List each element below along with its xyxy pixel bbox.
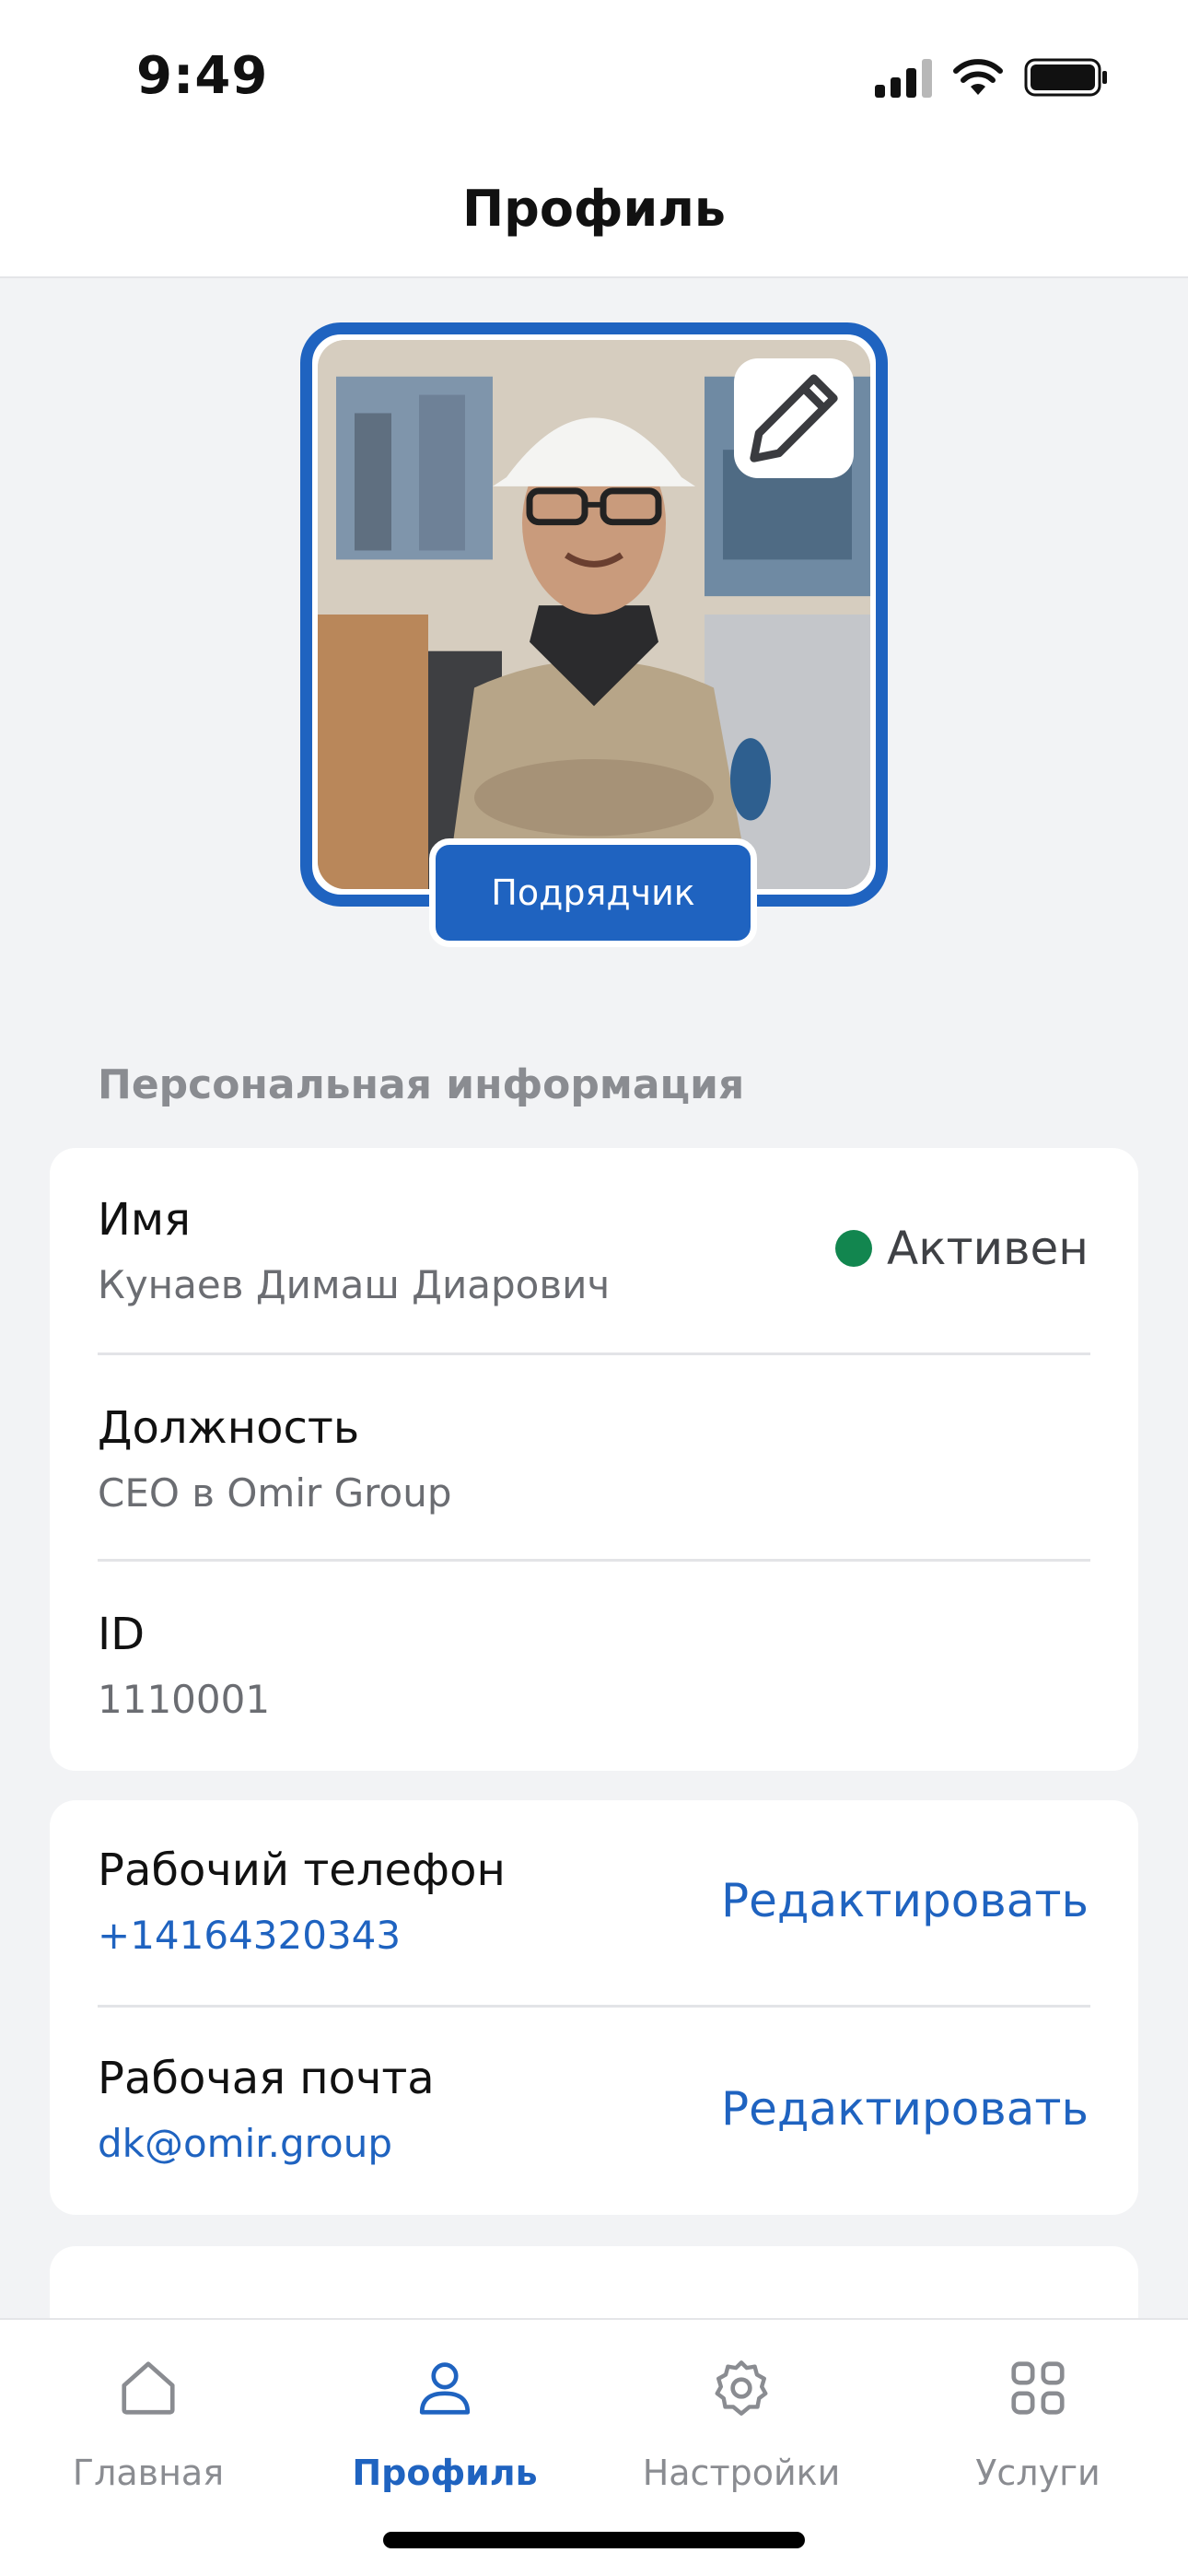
position-label: Должность bbox=[98, 1402, 360, 1454]
status-text: Активен bbox=[887, 1222, 1089, 1275]
status-indicator: Активен bbox=[835, 1222, 1089, 1275]
id-value: 1110001 bbox=[98, 1677, 271, 1722]
divider bbox=[98, 1559, 1090, 1562]
profile-photo[interactable] bbox=[318, 340, 870, 889]
tab-services[interactable]: Услуги bbox=[890, 2342, 1186, 2493]
edit-email-button[interactable]: Редактировать bbox=[721, 2082, 1089, 2136]
position-row: Должность CEO в Omir Group bbox=[98, 1402, 1090, 1516]
wifi-icon bbox=[953, 59, 1003, 95]
personal-info-card: Имя Кунаев Димаш Диарович Активен Должно… bbox=[50, 1148, 1138, 1771]
contacts-card: Рабочий телефон +14164320343 Редактирова… bbox=[50, 1800, 1138, 2215]
edit-photo-button[interactable] bbox=[734, 358, 854, 478]
cellular-signal-icon bbox=[875, 57, 932, 98]
user-icon bbox=[419, 2362, 471, 2415]
tab-profile-label: Профиль bbox=[352, 2453, 538, 2493]
edit-phone-button[interactable]: Редактировать bbox=[721, 1874, 1089, 1927]
profile-screen: 9:49 Профиль Подрядчик Персональная инфо… bbox=[0, 0, 1188, 2576]
page-title: Профиль bbox=[461, 180, 727, 238]
gear-icon bbox=[715, 2360, 768, 2416]
home-icon bbox=[122, 2361, 175, 2415]
home-indicator[interactable] bbox=[383, 2532, 805, 2548]
id-label: ID bbox=[98, 1609, 146, 1660]
status-dot-icon bbox=[835, 1230, 873, 1267]
status-time: 9:49 bbox=[136, 46, 269, 106]
status-icons bbox=[875, 57, 1109, 98]
tab-home-label: Главная bbox=[72, 2453, 225, 2493]
tab-settings-label: Настройки bbox=[642, 2453, 841, 2493]
header-bar: 9:49 Профиль bbox=[0, 0, 1188, 278]
divider bbox=[98, 2005, 1090, 2008]
position-value: CEO в Omir Group bbox=[98, 1470, 452, 1516]
battery-icon bbox=[1024, 58, 1107, 97]
id-row: ID 1110001 bbox=[98, 1609, 1090, 1722]
tab-services-label: Услуги bbox=[975, 2453, 1101, 2493]
section-title-personal: Персональная информация bbox=[98, 1061, 745, 1108]
tab-profile[interactable]: Профиль bbox=[297, 2342, 593, 2493]
grid-icon bbox=[1011, 2361, 1065, 2415]
pencil-icon bbox=[750, 374, 838, 463]
divider bbox=[98, 1352, 1090, 1355]
role-badge: Подрядчик bbox=[429, 838, 757, 947]
tab-settings[interactable]: Настройки bbox=[593, 2342, 890, 2493]
profile-photo-frame bbox=[300, 322, 888, 907]
tab-home[interactable]: Главная bbox=[0, 2342, 297, 2493]
